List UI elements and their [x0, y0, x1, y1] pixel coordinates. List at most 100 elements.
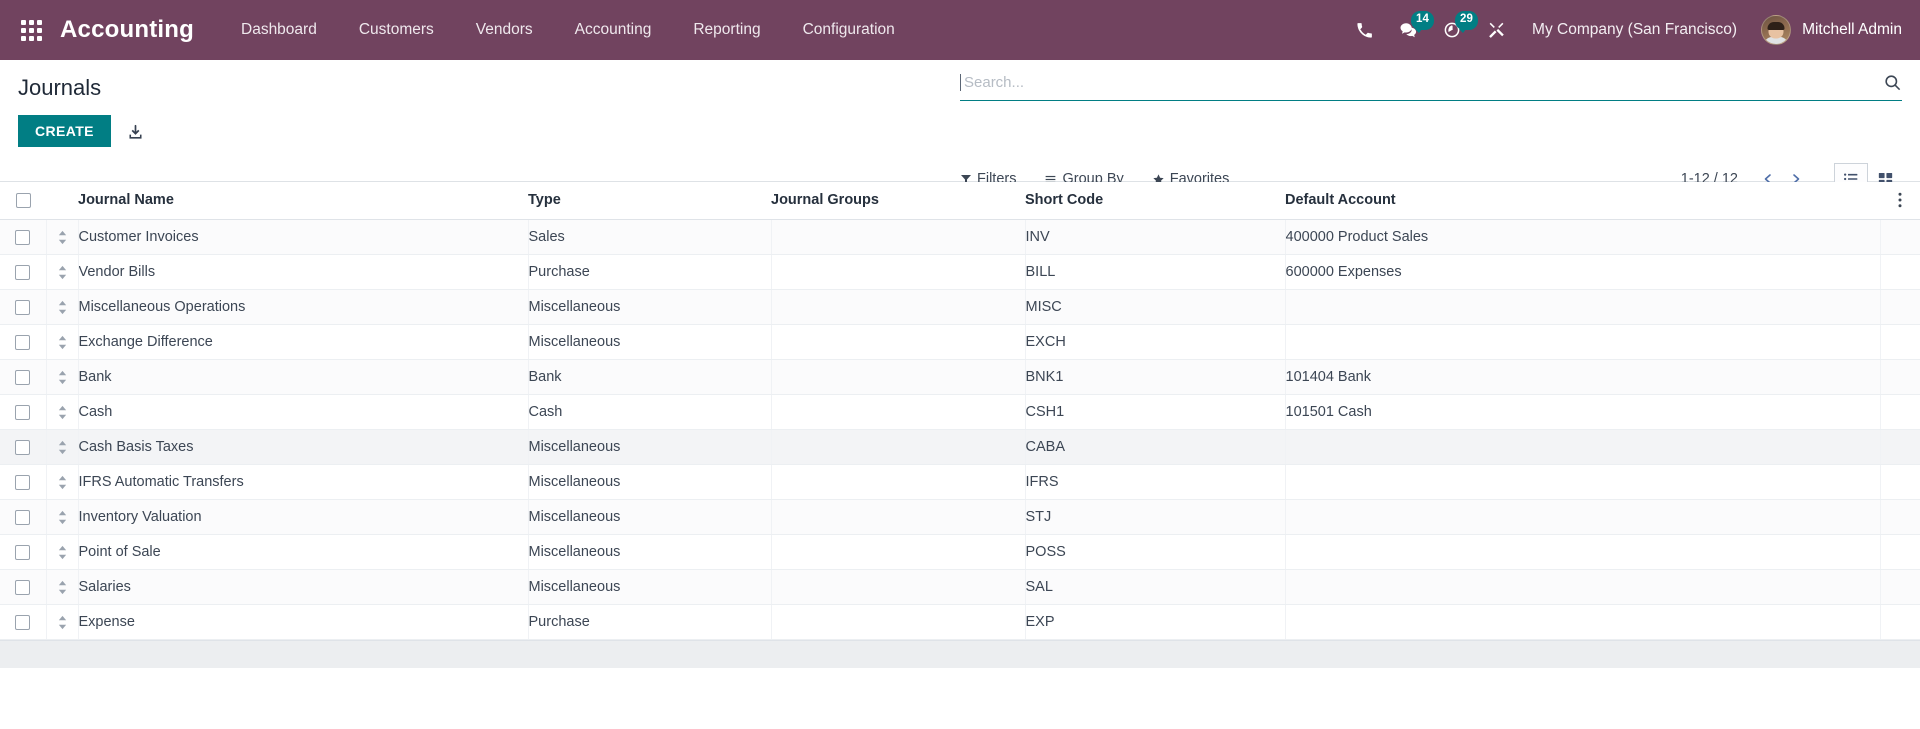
cell-type[interactable]: Bank — [528, 359, 772, 395]
search-bar[interactable] — [960, 72, 1902, 101]
table-row[interactable]: Salaries Miscellaneous SAL — [0, 569, 1920, 605]
cell-short-code[interactable]: CSH1 — [1025, 394, 1286, 430]
cell-journal-groups[interactable] — [771, 429, 1026, 465]
table-row[interactable]: Point of Sale Miscellaneous POSS — [0, 534, 1920, 570]
drag-handle-icon[interactable] — [47, 230, 78, 245]
cell-default-account[interactable]: 400000 Product Sales — [1285, 219, 1881, 255]
cell-journal-groups[interactable] — [771, 359, 1026, 395]
cell-default-account[interactable] — [1285, 534, 1881, 570]
cell-default-account[interactable]: 101404 Bank — [1285, 359, 1881, 395]
cell-journal-name[interactable]: IFRS Automatic Transfers — [78, 464, 529, 500]
cell-journal-name[interactable]: Expense — [78, 604, 529, 640]
cell-default-account[interactable] — [1285, 429, 1881, 465]
table-row[interactable]: Customer Invoices Sales INV 400000 Product … — [0, 219, 1920, 255]
debug-tools-icon[interactable] — [1474, 0, 1518, 60]
cell-journal-groups[interactable] — [771, 604, 1026, 640]
row-checkbox[interactable] — [15, 404, 31, 420]
cell-type[interactable]: Purchase — [528, 604, 772, 640]
row-checkbox[interactable] — [15, 264, 31, 280]
cell-journal-groups[interactable] — [771, 254, 1026, 290]
row-checkbox[interactable] — [15, 474, 31, 490]
vertical-dots-icon[interactable] — [1880, 192, 1920, 208]
search-input[interactable] — [962, 72, 1873, 93]
cell-journal-name[interactable]: Inventory Valuation — [78, 499, 529, 535]
cell-journal-groups[interactable] — [771, 499, 1026, 535]
cell-type[interactable]: Miscellaneous — [528, 569, 772, 605]
cell-journal-name[interactable]: Salaries — [78, 569, 529, 605]
app-brand-accounting[interactable]: Accounting — [60, 16, 194, 44]
cell-default-account[interactable] — [1285, 499, 1881, 535]
cell-short-code[interactable]: CABA — [1025, 429, 1286, 465]
apps-menu-button[interactable] — [10, 9, 52, 51]
import-download-icon[interactable] — [127, 123, 144, 140]
cell-short-code[interactable]: BNK1 — [1025, 359, 1286, 395]
cell-default-account[interactable] — [1285, 324, 1881, 360]
drag-handle-icon[interactable] — [47, 300, 78, 315]
row-checkbox[interactable] — [15, 334, 31, 350]
cell-journal-groups[interactable] — [771, 534, 1026, 570]
cell-journal-name[interactable]: Miscellaneous Operations — [78, 289, 529, 325]
menu-item-accounting[interactable]: Accounting — [554, 0, 673, 60]
cell-short-code[interactable]: EXCH — [1025, 324, 1286, 360]
cell-default-account[interactable] — [1285, 604, 1881, 640]
table-row[interactable]: Bank Bank BNK1 101404 Bank — [0, 359, 1920, 395]
activities-clock-icon[interactable]: 29 — [1430, 0, 1478, 60]
cell-journal-groups[interactable] — [771, 324, 1026, 360]
table-row[interactable]: Inventory Valuation Miscellaneous STJ — [0, 499, 1920, 535]
table-row[interactable]: Cash Basis Taxes Miscellaneous CABA — [0, 429, 1920, 465]
cell-journal-groups[interactable] — [771, 464, 1026, 500]
drag-handle-icon[interactable] — [47, 545, 78, 560]
table-row[interactable]: Exchange Difference Miscellaneous EXCH — [0, 324, 1920, 360]
cell-journal-groups[interactable] — [771, 569, 1026, 605]
drag-handle-icon[interactable] — [47, 405, 78, 420]
column-header-journal-name[interactable]: Journal Name — [78, 182, 528, 220]
row-checkbox[interactable] — [15, 509, 31, 525]
cell-journal-name[interactable]: Exchange Difference — [78, 324, 529, 360]
row-checkbox[interactable] — [15, 369, 31, 385]
menu-item-reporting[interactable]: Reporting — [672, 0, 781, 60]
cell-type[interactable]: Miscellaneous — [528, 289, 772, 325]
column-header-short-code[interactable]: Short Code — [1025, 182, 1285, 220]
table-row[interactable]: IFRS Automatic Transfers Miscellaneous IFR… — [0, 464, 1920, 500]
cell-type[interactable]: Miscellaneous — [528, 324, 772, 360]
cell-short-code[interactable]: IFRS — [1025, 464, 1286, 500]
drag-handle-icon[interactable] — [47, 475, 78, 490]
column-header-journal-groups[interactable]: Journal Groups — [771, 182, 1025, 220]
cell-short-code[interactable]: POSS — [1025, 534, 1286, 570]
drag-handle-icon[interactable] — [47, 510, 78, 525]
cell-default-account[interactable]: 600000 Expenses — [1285, 254, 1881, 290]
row-checkbox[interactable] — [15, 229, 31, 245]
column-header-type[interactable]: Type — [528, 182, 771, 220]
cell-type[interactable]: Miscellaneous — [528, 464, 772, 500]
table-row[interactable]: Cash Cash CSH1 101501 Cash — [0, 394, 1920, 430]
cell-type[interactable]: Miscellaneous — [528, 499, 772, 535]
cell-default-account[interactable] — [1285, 569, 1881, 605]
create-button[interactable]: CREATE — [18, 115, 111, 148]
drag-handle-icon[interactable] — [47, 615, 78, 630]
cell-short-code[interactable]: EXP — [1025, 604, 1286, 640]
cell-type[interactable]: Sales — [528, 219, 772, 255]
cell-type[interactable]: Cash — [528, 394, 772, 430]
row-checkbox[interactable] — [15, 614, 31, 630]
select-all-checkbox[interactable] — [15, 192, 31, 208]
cell-short-code[interactable]: INV — [1025, 219, 1286, 255]
cell-journal-name[interactable]: Point of Sale — [78, 534, 529, 570]
drag-handle-icon[interactable] — [47, 335, 78, 350]
search-icon[interactable] — [1873, 73, 1902, 92]
cell-short-code[interactable]: MISC — [1025, 289, 1286, 325]
column-header-default-account[interactable]: Default Account — [1285, 182, 1880, 220]
cell-short-code[interactable]: SAL — [1025, 569, 1286, 605]
cell-short-code[interactable]: BILL — [1025, 254, 1286, 290]
cell-journal-name[interactable]: Vendor Bills — [78, 254, 529, 290]
cell-journal-name[interactable]: Bank — [78, 359, 529, 395]
phone-icon[interactable] — [1342, 0, 1386, 60]
menu-item-dashboard[interactable]: Dashboard — [220, 0, 338, 60]
drag-handle-icon[interactable] — [47, 440, 78, 455]
drag-handle-icon[interactable] — [47, 265, 78, 280]
cell-default-account[interactable]: 101501 Cash — [1285, 394, 1881, 430]
messages-icon[interactable]: 14 — [1386, 0, 1434, 60]
cell-journal-name[interactable]: Cash Basis Taxes — [78, 429, 529, 465]
table-row[interactable]: Miscellaneous Operations Miscellaneous MIS… — [0, 289, 1920, 325]
menu-item-vendors[interactable]: Vendors — [455, 0, 554, 60]
cell-journal-groups[interactable] — [771, 289, 1026, 325]
